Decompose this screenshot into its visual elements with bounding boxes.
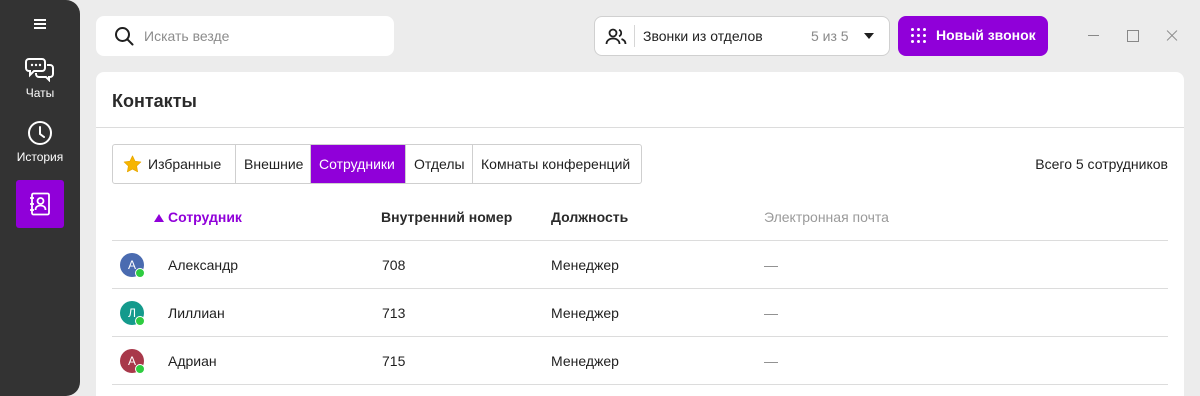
tab-external[interactable]: Внешние [236,145,311,183]
dialpad-icon [911,28,927,44]
contacts-book-icon [30,192,50,216]
maximize-icon[interactable] [1122,26,1142,46]
column-header-employee[interactable]: Сотрудник [154,209,242,225]
employee-email: — [764,257,778,273]
tab-label: Избранные [148,156,222,172]
employee-position: Менеджер [551,305,619,321]
new-call-button[interactable]: Новый звонок [898,16,1048,56]
column-header-email[interactable]: Электронная почта [764,209,889,225]
employee-email: — [764,353,778,369]
department-calls-label: Звонки из отделов [643,28,763,44]
column-header-extension[interactable]: Внутренний номер [381,209,512,225]
table-row[interactable]: А Адриан 715 Менеджер — [112,337,1168,385]
tab-conference-rooms[interactable]: Комнаты конференций [473,145,641,183]
online-status-indicator [135,364,145,374]
tab-departments[interactable]: Отделы [406,145,473,183]
minimize-icon[interactable] [1083,26,1103,46]
tab-label: Комнаты конференций [481,156,631,172]
column-header-position[interactable]: Должность [551,209,628,225]
employee-extension: 715 [382,353,406,369]
tab-label: Внешние [244,156,304,172]
department-calls-select[interactable]: Звонки из отделов 5 из 5 [594,16,890,56]
employee-position: Менеджер [551,353,619,369]
sort-ascending-icon [154,214,164,222]
star-icon [123,155,142,173]
divider [96,127,1184,128]
clock-icon [28,121,52,145]
tab-label: Отделы [414,156,465,172]
employee-name: Адриан [168,353,217,369]
employee-email: — [764,305,778,321]
sidebar-item-label: Чаты [25,86,55,100]
column-header-label: Сотрудник [168,209,242,225]
contacts-panel: Контакты Избранные Внешние Сотрудники От… [96,72,1184,396]
sidebar-item-contacts[interactable] [16,180,64,228]
employee-extension: 713 [382,305,406,321]
sidebar-item-chats[interactable]: Чаты [0,56,80,100]
employee-name: Александр [168,257,239,273]
tab-label: Сотрудники [319,156,395,172]
employee-count: Всего 5 сотрудников [1035,156,1168,172]
page-title: Контакты [112,91,197,111]
caret-down-icon [864,33,874,39]
new-call-label: Новый звонок [936,27,1036,43]
department-calls-count: 5 из 5 [811,28,849,44]
search-input[interactable] [144,26,374,46]
people-icon [605,28,627,45]
employee-extension: 708 [382,257,406,273]
close-icon[interactable] [1162,26,1182,46]
divider [634,25,635,47]
online-status-indicator [135,268,145,278]
table-row[interactable]: А Александр 708 Менеджер — [112,241,1168,289]
chat-bubbles-icon [25,58,54,82]
search-box [96,16,394,56]
tab-employees[interactable]: Сотрудники [311,145,406,183]
sidebar-item-label: История [16,150,64,164]
employee-name: Лиллиан [168,305,225,321]
table-row[interactable]: Л Лиллиан 713 Менеджер — [112,289,1168,337]
tab-favorites[interactable]: Избранные [113,145,236,183]
sidebar: Чаты История [0,0,80,396]
search-icon [115,27,134,46]
online-status-indicator [135,316,145,326]
employee-position: Менеджер [551,257,619,273]
sidebar-item-history[interactable]: История [0,120,80,164]
hamburger-menu-icon[interactable] [28,14,52,34]
contacts-tabs: Избранные Внешние Сотрудники Отделы Комн… [112,144,642,184]
